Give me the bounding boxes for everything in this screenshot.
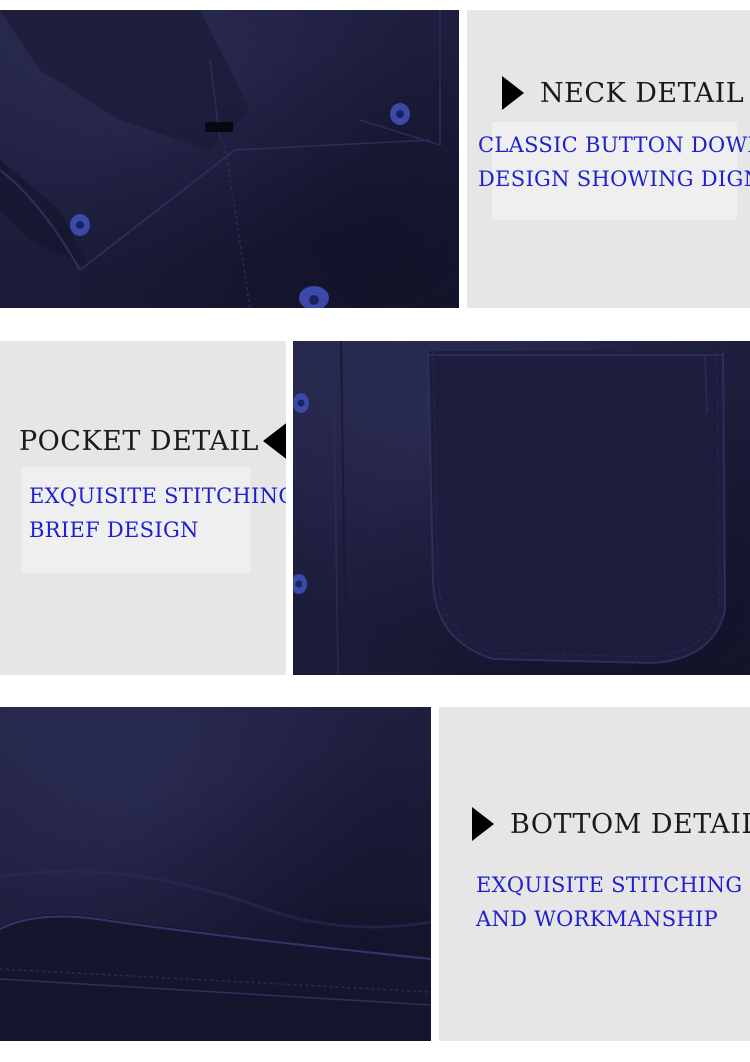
collar-button-icon bbox=[70, 214, 90, 236]
placket-button-icon bbox=[293, 574, 307, 594]
neck-description-line-2: DESIGN SHOWING DIGNITY bbox=[478, 167, 750, 191]
bottom-detail-title: BOTTOM DETAIL bbox=[510, 808, 750, 840]
collar-illustration bbox=[0, 10, 441, 308]
pocket-description-line-2: BRIEF DESIGN bbox=[29, 518, 199, 542]
placket-button-icon bbox=[299, 286, 329, 308]
pocket-description-line-1: EXQUISITE STITCHING bbox=[29, 484, 286, 508]
pocket-detail-photo bbox=[293, 341, 750, 675]
bottom-detail-photo bbox=[0, 707, 431, 1041]
neck-description: CLASSIC BUTTON DOWN DESIGN SHOWING DIGNI… bbox=[478, 128, 750, 196]
pocket-description: EXQUISITE STITCHING BRIEF DESIGN bbox=[29, 479, 286, 547]
pocket-illustration bbox=[293, 341, 727, 675]
pocket-detail-heading: POCKET DETAIL bbox=[19, 421, 286, 461]
pocket-detail-title: POCKET DETAIL bbox=[19, 425, 259, 457]
bottom-detail-heading: BOTTOM DETAIL bbox=[472, 807, 750, 841]
bottom-description-line-2: AND WORKMANSHIP bbox=[476, 907, 719, 931]
neck-detail-photo bbox=[0, 10, 459, 308]
neck-detail-panel: NECK DETAIL CLASSIC BUTTON DOWN DESIGN S… bbox=[467, 10, 750, 308]
neck-detail-title: NECK DETAIL bbox=[540, 77, 745, 109]
triangle-right-icon bbox=[472, 807, 494, 841]
pocket-detail-panel: POCKET DETAIL EXQUISITE STITCHING BRIEF … bbox=[0, 341, 286, 675]
bottom-description: EXQUISITE STITCHING AND WORKMANSHIP bbox=[476, 868, 742, 936]
triangle-left-icon bbox=[262, 421, 286, 461]
placket-button-icon bbox=[293, 393, 309, 413]
neck-description-line-1: CLASSIC BUTTON DOWN bbox=[478, 133, 750, 157]
hem-illustration bbox=[0, 869, 431, 1041]
bottom-detail-panel: BOTTOM DETAIL EXQUISITE STITCHING AND WO… bbox=[439, 707, 750, 1041]
neck-detail-heading: NECK DETAIL bbox=[502, 76, 744, 110]
collar-button-icon bbox=[390, 103, 410, 125]
bottom-description-line-1: EXQUISITE STITCHING bbox=[476, 873, 743, 897]
triangle-right-icon bbox=[502, 76, 524, 110]
